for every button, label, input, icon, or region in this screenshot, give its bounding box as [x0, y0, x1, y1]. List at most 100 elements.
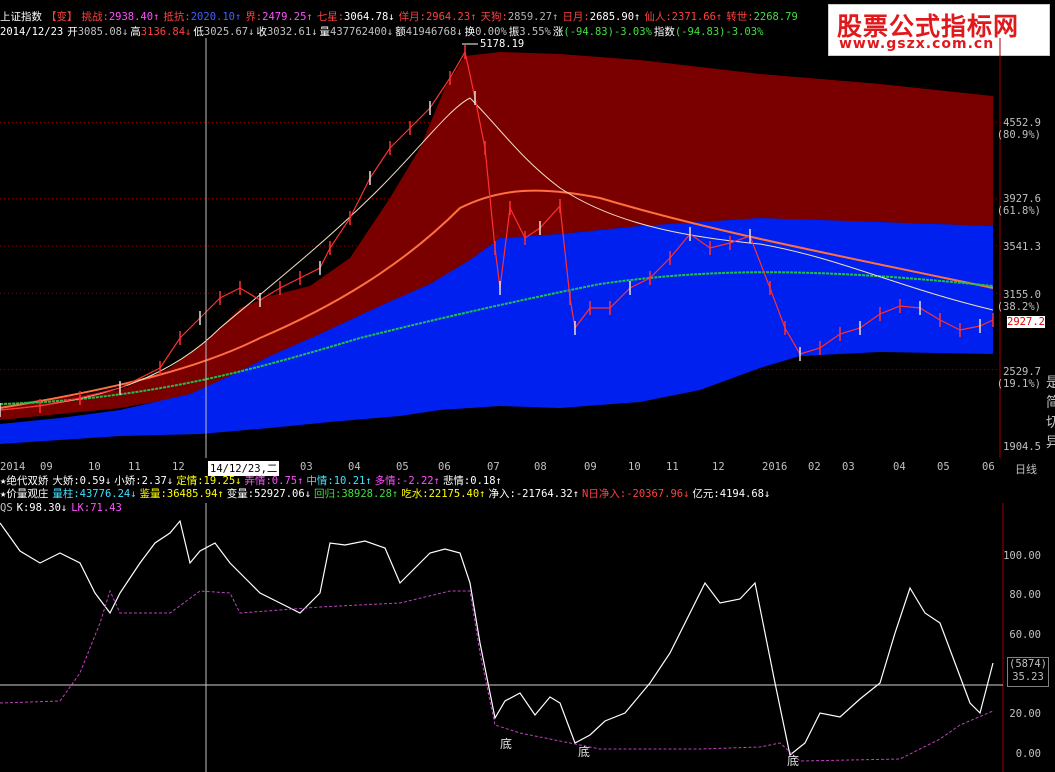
quote-item-value: 2479.25↑ [262, 11, 313, 23]
lower-band-area [0, 218, 993, 444]
indicator-item-value: 0.59↓ [79, 475, 112, 487]
oscillator-value-box: (5874) 35.23 [1007, 657, 1049, 687]
edge-glyph: 简 [1046, 395, 1055, 411]
oscillator-tick-label: 0.00 [1015, 748, 1041, 760]
ohlc-item-value: 41946768↓ [405, 26, 463, 38]
ohlc-item-value: 3.55% [519, 26, 551, 38]
indicator-item-label: 鉴量: [139, 488, 167, 500]
date-tick-label: 04 [348, 461, 361, 473]
date-tick-label: 11 [666, 461, 679, 473]
indicator-item-value: 4194.68↓ [719, 488, 771, 500]
price-tick-label: 3541.3 [1003, 241, 1041, 253]
ohlc-item: 涨(-94.83)-3.03% [553, 26, 652, 38]
price-tick-pct: (19.1%) [996, 378, 1041, 390]
indicator-item-value: 52927.06↓ [254, 488, 312, 500]
date-tick-label: 11 [128, 461, 141, 473]
bottom-signal-label: 底 [500, 737, 513, 751]
indicator-item: 回归:38928.28↑ [314, 488, 398, 500]
quote-item-label: 转世: [726, 11, 754, 23]
date-tick-label: 05 [937, 461, 950, 473]
indicator-item: 变量:52927.06↓ [227, 488, 311, 500]
ohlc-item: 指数(-94.83)-3.03% [654, 26, 764, 38]
indicator-item-label: 亿元: [692, 488, 720, 500]
quote-item: 挑战:2938.40↑ [82, 11, 160, 23]
date-tick-label: 09 [40, 461, 53, 473]
ohlc-item: 振3.55% [509, 26, 551, 38]
ohlc-item-label: 换 [464, 26, 476, 38]
indicator-item-label: 大娇: [52, 475, 80, 487]
ohlc-item-label: 量 [319, 26, 331, 38]
quote-item-label: 天狗: [480, 11, 508, 23]
ohlc-item-value: 3085.08↓ [77, 26, 129, 38]
indicator-item: 中情:10.21↑ [306, 475, 371, 487]
date-tick-label: 07 [487, 461, 500, 473]
bottom-signal-label: 底 [787, 754, 800, 768]
ohlc-item-label: 高 [130, 26, 141, 38]
oscillator-tick-label: 80.00 [1009, 589, 1041, 601]
indicator-item-label: 变量: [226, 488, 255, 500]
indicator-item: 吃水:22175.40↑ [401, 488, 485, 500]
oscillator-k-line [0, 519, 994, 757]
price-chart[interactable]: 5178.19 [0, 38, 1005, 458]
indicator-item-label: 回归: [314, 488, 342, 500]
ohlc-item-value: 3025.67↓ [203, 26, 255, 38]
quote-item-label: 挑战: [81, 11, 109, 23]
quote-header-row: 上证指数 【变】 挑战:2938.40↑ 抵抗:2020.10↑ 界:2479.25↑ 七… [0, 11, 802, 24]
quote-item-label: 日月: [562, 11, 590, 23]
indicator-row-jialiang: ★价量观庄 量柱:43776.24↓ 鉴量:36485.94↑ 变量:52927.06… [0, 488, 773, 501]
indicator-item-label: 吃水: [401, 488, 429, 500]
quote-item: 界:2479.25↑ [245, 11, 312, 23]
date-tick-label: 03 [842, 461, 855, 473]
quote-item-value: 2964.23↑ [425, 11, 477, 23]
oscillator-tick-label: 60.00 [1009, 629, 1041, 641]
indicator-item: 净入:-21764.32↑ [489, 488, 580, 500]
mode-badge[interactable]: 【变】 [46, 11, 78, 23]
timeframe-label[interactable]: 日线 [1015, 461, 1037, 477]
oscillator-tick-label: 100.00 [1003, 550, 1041, 562]
date-tick-label: 2016 [762, 461, 788, 473]
date-tick-label: 12 [172, 461, 185, 473]
indicator-item-label: 中情: [306, 475, 334, 487]
indicator-item: 小娇:2.37↓ [114, 475, 173, 487]
indicator-item-label: 弄情: [244, 475, 272, 487]
indicator-title[interactable]: ★绝代双娇 [0, 475, 48, 487]
quote-item-label: 仙人: [644, 11, 672, 23]
quote-item-value: 2020.10↑ [190, 11, 242, 23]
edge-glyph: 切 [1046, 415, 1055, 431]
quote-item-value: 2371.66↑ [671, 11, 723, 23]
quote-item-value: 3064.78↓ [344, 11, 395, 23]
ohlc-item-value: (-94.83)-3.03% [563, 26, 652, 38]
ohlc-item: 收3032.61↓ [256, 26, 317, 38]
ohlc-item-label: 指数 [653, 26, 675, 38]
indicator-item-label: 多情: [374, 475, 402, 487]
index-name: 上证指数 [0, 11, 42, 23]
edge-glyph: 异 [1046, 435, 1055, 451]
ohlc-item-value: 437762400↓ [330, 26, 394, 38]
ohlc-item: 高3136.84↓ [130, 26, 191, 38]
quote-item-label: 抵抗: [163, 11, 191, 23]
quote-item-label: 界: [245, 11, 263, 23]
date-tick-label: 14/12/23,二 [208, 461, 280, 476]
indicator-item-label: 悲情: [442, 475, 471, 487]
quote-item-value: 2938.40↑ [108, 11, 160, 23]
indicator-item-value: 36485.94↑ [166, 488, 224, 500]
date-tick-label: 2014 [0, 461, 26, 473]
ohlc-item-value: 0.00% [475, 26, 507, 38]
quote-item-label: 佯月: [398, 11, 426, 23]
date-tick-label: 10 [88, 461, 101, 473]
oscillator-chart[interactable] [0, 503, 1005, 772]
ohlc-item-label: 振 [508, 26, 520, 38]
quote-item: 佯月:2964.23↑ [399, 11, 477, 23]
bottom-signal-label: 底 [578, 745, 591, 759]
date-tick-label: 08 [534, 461, 547, 473]
indicator-item-value: 2.37↓ [141, 475, 174, 487]
ohlc-item: 开3085.08↓ [67, 26, 128, 38]
price-tick-pct: (61.8%) [996, 205, 1041, 217]
quote-item: 抵抗:2020.10↑ [163, 11, 241, 23]
indicator-title[interactable]: ★价量观庄 [0, 488, 48, 500]
indicator-item: 量柱:43776.24↓ [52, 488, 136, 500]
ohlc-item-value: 3032.61↓ [266, 26, 318, 38]
date-tick-label: 10 [628, 461, 641, 473]
date-tick-label: 02 [808, 461, 821, 473]
quote-item-value: 2859.27↑ [507, 11, 559, 23]
